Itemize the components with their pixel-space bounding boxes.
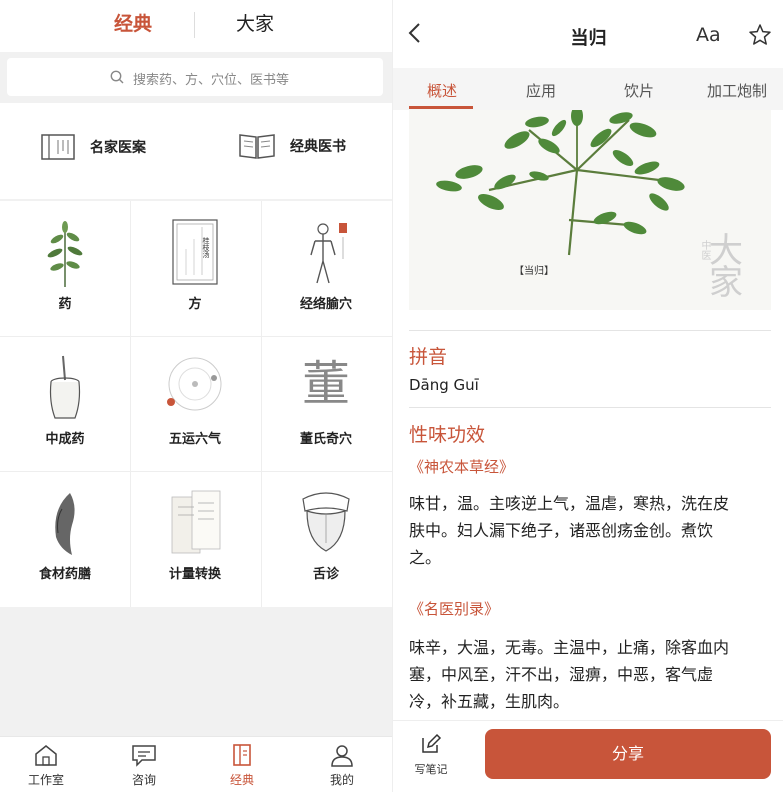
text-line: 味甘，温。主咳逆上气，温虐，寒热，洗在皮 — [409, 494, 730, 513]
tab-classics[interactable]: 经典 — [114, 9, 152, 36]
quick-link-label: 名家医案 — [90, 140, 146, 156]
quick-link-books[interactable]: 经典医书 — [238, 131, 346, 161]
grid-item-label: 计量转换 — [168, 567, 221, 582]
prescription-card-icon: 桂枝汤 — [172, 219, 218, 285]
grid-item-meridians[interactable]: 经络腧穴 — [261, 201, 391, 336]
nav-label: 咨询 — [131, 773, 156, 787]
edit-note-icon — [422, 733, 442, 753]
book-icon — [233, 744, 251, 766]
font-size-button[interactable]: Aa — [696, 24, 721, 46]
tab-divider — [194, 12, 195, 38]
section-divider — [409, 407, 771, 408]
source-title: 《名医别录》 — [409, 600, 500, 618]
source-title: 《神农本草经》 — [409, 458, 515, 476]
grid-item-formulas[interactable]: 桂枝汤 方 — [130, 201, 260, 336]
medicine-jar-icon — [49, 355, 81, 419]
star-icon[interactable] — [748, 23, 772, 47]
herb-detail-screen: 当归 Aa 概述 应用 饮片 加工炮制 【当归】 中医 大家 拼音 Dāng G… — [392, 0, 783, 792]
svg-text:桂枝汤: 桂枝汤 — [202, 236, 210, 259]
nav-consult[interactable]: 咨询 — [114, 743, 174, 788]
grid-item-label: 舌诊 — [312, 567, 339, 582]
grid-item-dong-points[interactable]: 董 董氏奇穴 — [261, 336, 391, 471]
grid-item-tongue-diagnosis[interactable]: 舌诊 — [261, 471, 391, 606]
detail-tabs: 概述 应用 饮片 加工炮制 — [393, 68, 783, 110]
write-note-button[interactable]: 写笔记 — [409, 733, 453, 777]
tab-overview[interactable]: 概述 — [427, 80, 457, 101]
classics-screen: 经典 大家 搜索药、方、穴位、医书等 名家医案 经典医书 药 桂枝汤 方 经络腧… — [0, 0, 392, 792]
active-tab-indicator — [409, 106, 473, 109]
watermark-logo: 大家 — [709, 231, 743, 303]
grid-item-label: 方 — [188, 297, 202, 312]
grid-item-label: 药 — [58, 297, 72, 312]
acupuncture-figure-icon — [310, 223, 347, 284]
quick-links: 名家医案 经典医书 — [0, 103, 392, 199]
pinyin-heading: 拼音 — [409, 346, 448, 368]
home-icon — [35, 745, 57, 766]
quick-link-label: 经典医书 — [290, 139, 346, 155]
text-line: 味辛，大温，无毒。主温中，止痛，除客血内 — [409, 638, 730, 657]
grid-item-label: 经络腧穴 — [299, 297, 352, 312]
grid-item-label: 中成药 — [45, 432, 85, 447]
dong-character-icon: 董 — [301, 356, 351, 412]
weight-cards-icon — [171, 490, 221, 554]
chat-icon — [132, 745, 156, 767]
grid-item-herbs[interactable]: 药 — [0, 201, 130, 336]
nav-label: 经典 — [229, 773, 254, 787]
nav-label: 我的 — [329, 773, 354, 787]
pinyin-value: Dāng Guī — [409, 376, 479, 394]
source-text: 味辛，大温，无毒。主温中，止痛，除客血内 塞，中风至，汗不出，湿痹，中恶，客气虚… — [409, 634, 771, 715]
search-icon — [110, 70, 124, 84]
search-input[interactable]: 搜索药、方、穴位、医书等 — [7, 58, 383, 96]
search-area: 搜索药、方、穴位、医书等 — [0, 52, 392, 102]
text-line: 肤中。妇人漏下绝子，诸恶创疡金创。煮饮 — [409, 521, 714, 540]
nav-label: 工作室 — [27, 773, 64, 787]
grid-item-food-therapy[interactable]: 食材药膳 — [0, 471, 130, 606]
nav-studio[interactable]: 工作室 — [16, 743, 76, 788]
tongue-icon — [302, 492, 350, 552]
page-title: 当归 — [570, 28, 607, 49]
herb-illustration: 【当归】 中医 大家 — [409, 110, 771, 310]
open-book-icon — [239, 134, 275, 159]
source-text: 味甘，温。主咳逆上气，温虐，寒热，洗在皮 肤中。妇人漏下绝子，诸恶创疡金创。煮饮… — [409, 490, 771, 571]
quick-link-cases[interactable]: 名家医案 — [40, 131, 146, 163]
scroll-icon — [41, 134, 75, 160]
tab-masters[interactable]: 大家 — [236, 9, 274, 36]
nav-classics[interactable]: 经典 — [212, 743, 272, 788]
tab-application[interactable]: 应用 — [526, 80, 556, 101]
bottom-nav: 工作室 咨询 经典 我的 — [0, 736, 392, 792]
nav-mine[interactable]: 我的 — [312, 743, 372, 788]
text-line: 塞，中风至，汗不出，湿痹，中恶，客气虚 — [409, 665, 714, 684]
grid-item-patent-medicine[interactable]: 中成药 — [0, 336, 130, 471]
herb-icon — [47, 221, 83, 287]
grid-item-label: 食材药膳 — [38, 567, 91, 582]
text-line: 之。 — [409, 548, 442, 567]
top-tab-bar: 经典 大家 — [0, 0, 392, 52]
feature-grid: 药 桂枝汤 方 经络腧穴 中成药 五运六气 董 董氏奇穴 食材药膳 计量转换 舌… — [0, 201, 392, 607]
detail-action-bar: 写笔记 分享 — [393, 720, 783, 792]
grid-item-label: 董氏奇穴 — [299, 432, 352, 447]
user-icon — [331, 745, 353, 767]
detail-header: 当归 Aa — [393, 0, 783, 68]
share-button[interactable]: 分享 — [485, 729, 771, 779]
search-placeholder: 搜索药、方、穴位、医书等 — [133, 73, 290, 88]
grid-item-dosage-conversion[interactable]: 计量转换 — [130, 471, 260, 606]
orbit-icon — [167, 357, 222, 411]
herb-caption: 【当归】 — [514, 266, 554, 277]
fish-icon — [55, 493, 75, 555]
tab-slices[interactable]: 饮片 — [624, 80, 654, 101]
tab-processing[interactable]: 加工炮制 — [707, 80, 767, 101]
grid-item-five-phases[interactable]: 五运六气 — [130, 336, 260, 471]
grid-item-label: 五运六气 — [168, 432, 221, 447]
section-divider — [409, 330, 771, 331]
write-note-label: 写笔记 — [414, 763, 448, 776]
properties-heading: 性味功效 — [409, 424, 486, 446]
text-line: 冷，补五藏，生肌肉。 — [409, 692, 570, 711]
